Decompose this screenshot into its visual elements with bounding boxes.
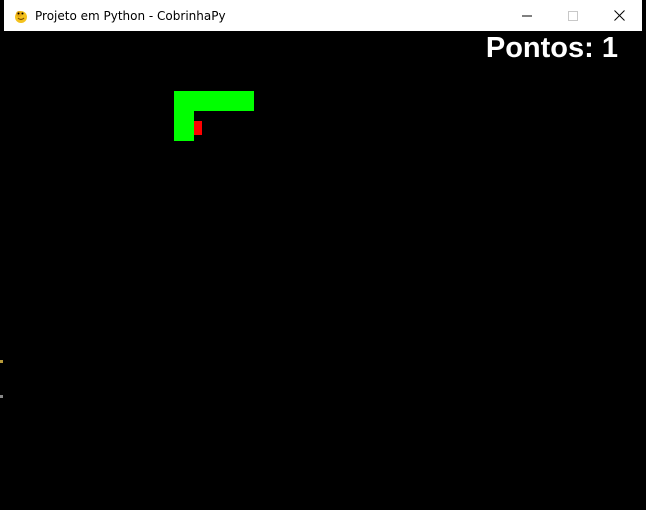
score-label: Pontos: 1 (485, 32, 618, 64)
maximize-button[interactable] (550, 0, 596, 31)
snake-body-vertical (174, 111, 194, 141)
minimize-button[interactable] (504, 0, 550, 31)
left-edge-artifact (0, 395, 3, 398)
window-title: Projeto em Python - CobrinhaPy (35, 8, 226, 23)
minimize-icon (522, 15, 532, 16)
left-edge-artifact (0, 360, 3, 363)
food-apple (194, 121, 202, 135)
maximize-icon (568, 10, 578, 21)
game-canvas: Pontos: 1 (4, 31, 642, 510)
close-button[interactable] (596, 0, 642, 31)
window-controls (504, 0, 642, 31)
game-window: Projeto em Python - CobrinhaPy Pontos: 1 (0, 0, 646, 510)
snake-body-horizontal (174, 91, 254, 111)
close-icon (613, 10, 625, 21)
pygame-snake-icon (13, 8, 29, 24)
title-bar[interactable]: Projeto em Python - CobrinhaPy (4, 0, 642, 31)
